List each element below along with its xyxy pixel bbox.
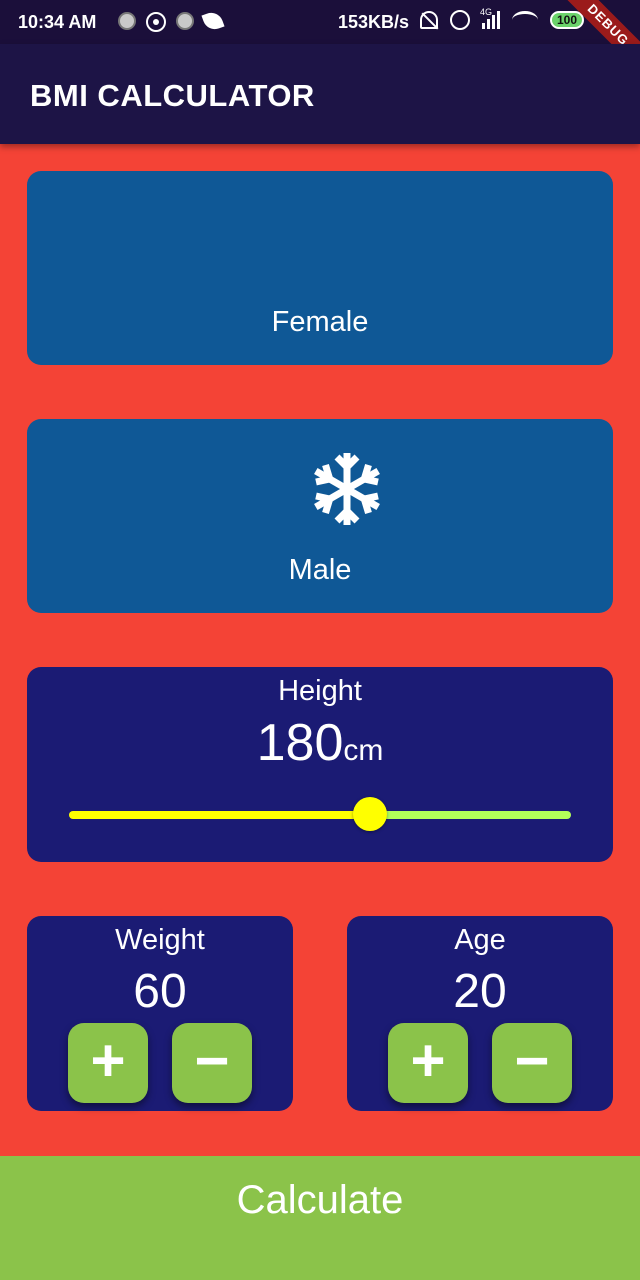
age-plus-button[interactable]: +: [388, 1023, 468, 1103]
male-label: Male: [288, 554, 352, 586]
height-card: Height 180cm: [27, 667, 613, 862]
muted-bell-icon: [420, 11, 438, 29]
slider-thumb[interactable]: [353, 797, 387, 831]
age-minus-button[interactable]: −: [492, 1023, 572, 1103]
notification-icons: [118, 9, 225, 33]
weight-minus-button[interactable]: −: [172, 1023, 252, 1103]
network-type: 4G: [480, 7, 493, 17]
weight-plus-button[interactable]: +: [68, 1023, 148, 1103]
female-card[interactable]: Female: [27, 171, 613, 365]
signal-icon: 4G: [480, 7, 500, 29]
status-bar: 10:34 AM 153KB/s 4G 100 ⚡ DEBUG: [0, 0, 640, 76]
snowflake-icon: [314, 453, 380, 525]
page-title: BMI CALCULATOR: [30, 78, 315, 113]
whatsapp-icon: [146, 12, 166, 32]
status-time: 10:34 AM: [18, 12, 97, 32]
system-icons: 4G 100 ⚡: [420, 7, 607, 30]
age-card: Age 20 + −: [347, 916, 613, 1111]
app-bar: BMI CALCULATOR: [0, 44, 640, 144]
weight-label: Weight: [115, 924, 205, 956]
female-label: Female: [271, 306, 369, 338]
notification-dot-icon: [118, 12, 136, 30]
height-unit: cm: [343, 734, 384, 767]
weight-card: Weight 60 + −: [27, 916, 293, 1111]
weight-value: 60: [133, 965, 187, 1018]
height-label: Height: [278, 675, 362, 707]
notification-dot-icon-2: [176, 12, 194, 30]
leaf-icon: [201, 9, 225, 33]
slider-active-track: [69, 811, 370, 819]
network-speed: 153KB/s: [338, 12, 410, 32]
alarm-icon: [450, 10, 470, 30]
age-value: 20: [453, 965, 507, 1018]
wifi-icon: [512, 11, 538, 29]
calculate-button[interactable]: Calculate: [0, 1156, 640, 1280]
age-label: Age: [454, 924, 506, 956]
height-value: 180: [256, 714, 344, 772]
battery-icon: 100: [550, 11, 584, 29]
slider-inactive-track: [370, 811, 571, 819]
male-card[interactable]: Male: [27, 419, 613, 613]
height-value-row: 180cm: [27, 713, 613, 773]
height-slider[interactable]: [69, 797, 571, 831]
